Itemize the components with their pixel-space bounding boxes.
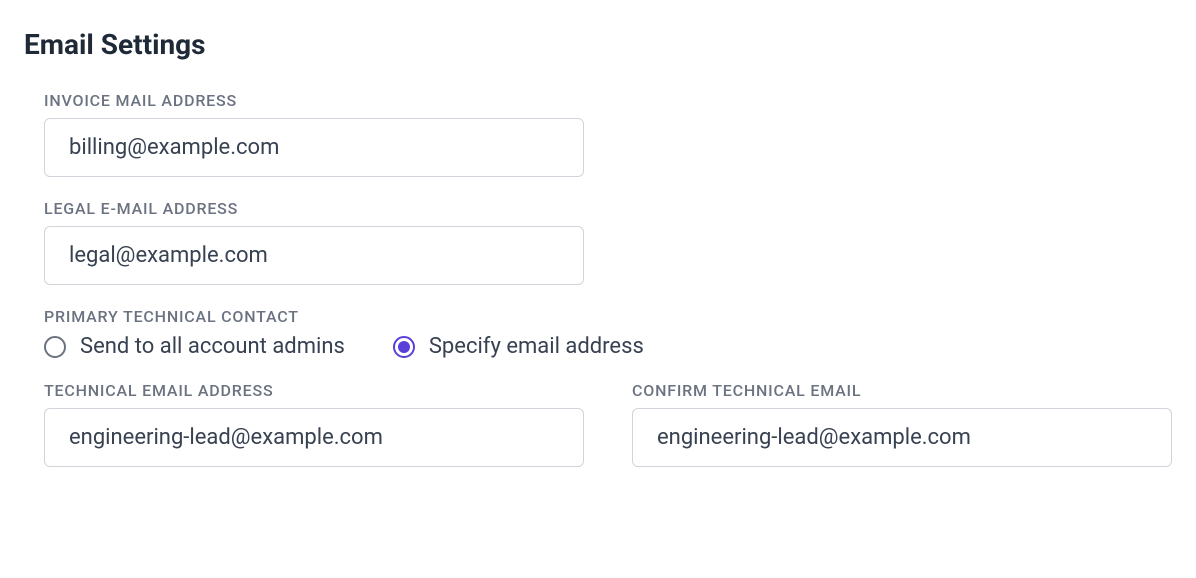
technical-email-input[interactable] [44,408,584,467]
radio-circle-icon [44,336,66,358]
radio-specify-email[interactable]: Specify email address [393,334,644,359]
primary-technical-contact-field: PRIMARY TECHNICAL CONTACT Send to all ac… [44,307,1172,359]
confirm-technical-email-label: CONFIRM TECHNICAL EMAIL [632,381,1172,400]
confirm-technical-email-field: CONFIRM TECHNICAL EMAIL [632,381,1172,467]
primary-technical-contact-radios: Send to all account admins Specify email… [44,334,1172,359]
technical-email-label: TECHNICAL EMAIL ADDRESS [44,381,584,400]
primary-technical-contact-label: PRIMARY TECHNICAL CONTACT [44,307,1172,326]
email-settings-fields: INVOICE MAIL ADDRESS LEGAL E-MAIL ADDRES… [24,91,1172,489]
legal-mail-label: LEGAL E-MAIL ADDRESS [44,199,1172,218]
invoice-mail-label: INVOICE MAIL ADDRESS [44,91,1172,110]
radio-all-admins[interactable]: Send to all account admins [44,334,345,359]
confirm-technical-email-input[interactable] [632,408,1172,467]
invoice-mail-field: INVOICE MAIL ADDRESS [44,91,1172,177]
radio-circle-selected-icon [393,336,415,358]
invoice-mail-input[interactable] [44,118,584,177]
section-title: Email Settings [24,28,1172,61]
technical-email-field: TECHNICAL EMAIL ADDRESS [44,381,584,467]
radio-all-admins-label: Send to all account admins [80,334,345,359]
legal-mail-input[interactable] [44,226,584,285]
legal-mail-field: LEGAL E-MAIL ADDRESS [44,199,1172,285]
radio-dot-icon [398,341,410,353]
technical-email-row: TECHNICAL EMAIL ADDRESS CONFIRM TECHNICA… [44,381,1172,489]
radio-specify-email-label: Specify email address [429,334,644,359]
